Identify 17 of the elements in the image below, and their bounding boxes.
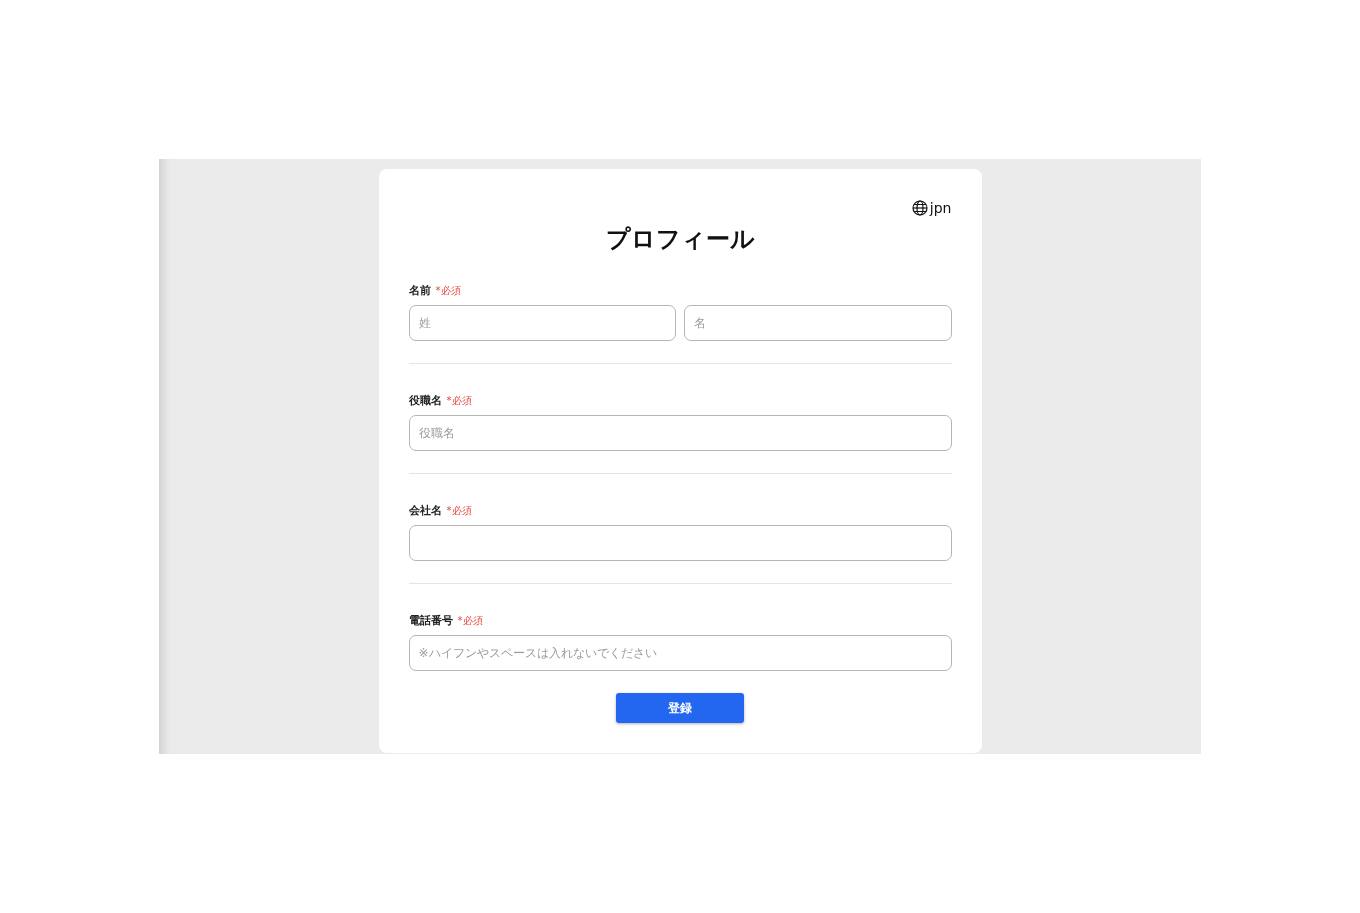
page-title: プロフィール bbox=[604, 224, 756, 255]
input-field[interactable] bbox=[408, 525, 952, 561]
field-label: 名前 bbox=[408, 283, 431, 298]
input-field[interactable]: 名 bbox=[684, 305, 952, 341]
submit-button[interactable]: 登録 bbox=[616, 693, 744, 723]
required-note: *必須 bbox=[457, 614, 483, 628]
input-field[interactable]: 姓 bbox=[408, 305, 676, 341]
globe-icon bbox=[911, 200, 928, 216]
required-note: *必須 bbox=[435, 284, 461, 298]
field-label: 会社名 bbox=[408, 503, 442, 518]
field-label: 役職名 bbox=[408, 393, 442, 408]
language-selector[interactable]: jpn bbox=[929, 200, 952, 216]
required-note: *必須 bbox=[446, 394, 472, 408]
required-note: *必須 bbox=[446, 504, 472, 518]
input-field[interactable]: 役職名 bbox=[408, 415, 952, 451]
field-label: 電話番号 bbox=[408, 613, 453, 628]
input-field[interactable]: ※ハイフンやスペースは入れないでください bbox=[408, 635, 952, 671]
